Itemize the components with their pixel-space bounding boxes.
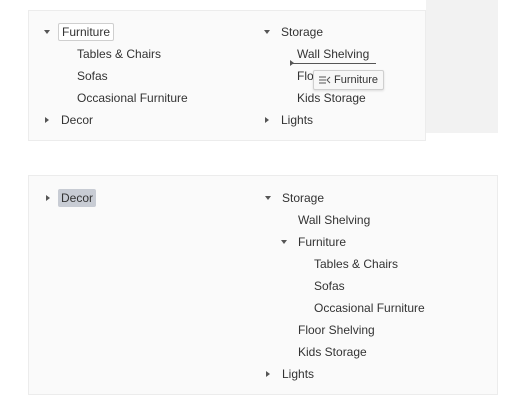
tree-node-label-furniture[interactable]: Furniture — [298, 233, 346, 251]
drop-indicator-arrow-icon — [290, 60, 294, 66]
collapsed-arrow-icon[interactable] — [45, 117, 49, 123]
tree-node-floor-shelving[interactable]: Floor Shelving — [298, 321, 375, 339]
tree-node-label[interactable]: Flo — [297, 69, 314, 83]
tree-node-tables-chairs[interactable]: Tables & Chairs — [314, 255, 398, 273]
tree-node-occasional-furniture[interactable]: Occasional Furniture — [314, 299, 425, 317]
top-panel-side-strip — [426, 0, 498, 133]
tree-node-label[interactable]: Kids Storage — [297, 91, 366, 105]
tree-node-label-decor[interactable]: Decor — [58, 189, 97, 207]
tree-node-label[interactable]: Wall Shelving — [298, 213, 370, 227]
tree-node-label[interactable]: Wall Shelving — [297, 47, 369, 61]
tree-node-kids-storage[interactable]: Kids Storage — [298, 343, 367, 361]
tree-node-label-storage[interactable]: Storage — [282, 189, 324, 207]
tree-node-label[interactable]: Sofas — [77, 69, 108, 83]
expanded-arrow-icon[interactable] — [281, 240, 287, 244]
tree-node-label[interactable]: Tables & Chairs — [314, 257, 398, 271]
tree-node-sofas[interactable]: Sofas — [77, 67, 108, 85]
tree-node-tables-chairs[interactable]: Tables & Chairs — [77, 45, 161, 63]
drag-tooltip: Furniture — [313, 70, 385, 90]
bottom-treeview-panel — [28, 175, 498, 395]
tree-node-occasional-furniture[interactable]: Occasional Furniture — [77, 89, 188, 107]
tree-node-label[interactable]: Occasional Furniture — [314, 301, 425, 315]
insert-icon — [319, 76, 331, 84]
tree-node-wall-shelving[interactable]: Wall Shelving — [298, 211, 370, 229]
tree-node-kids-storage[interactable]: Kids Storage — [297, 89, 366, 107]
tree-node-label[interactable]: Tables & Chairs — [77, 47, 161, 61]
tree-node-label-lights[interactable]: Lights — [282, 365, 314, 383]
tree-node-label[interactable]: Kids Storage — [298, 345, 367, 359]
tree-node-label[interactable]: Sofas — [314, 279, 345, 293]
expanded-arrow-icon[interactable] — [265, 196, 271, 200]
tree-node-wall-shelving[interactable]: Wall Shelving — [297, 45, 369, 63]
tree-node-label-decor[interactable]: Decor — [61, 111, 93, 129]
collapsed-arrow-icon[interactable] — [265, 117, 269, 123]
drag-tooltip-label: Furniture — [334, 74, 379, 86]
tree-node-sofas[interactable]: Sofas — [314, 277, 345, 295]
collapsed-arrow-icon[interactable] — [46, 195, 50, 201]
expanded-arrow-icon[interactable] — [44, 30, 50, 34]
tree-node-label-storage[interactable]: Storage — [281, 23, 323, 41]
tree-node-label[interactable]: Occasional Furniture — [77, 91, 188, 105]
tree-node-label-furniture[interactable]: Furniture — [58, 23, 115, 41]
tree-node-label-lights[interactable]: Lights — [281, 111, 313, 129]
collapsed-arrow-icon[interactable] — [266, 371, 270, 377]
drop-indicator-line — [292, 63, 376, 64]
tree-node-label[interactable]: Floor Shelving — [298, 323, 375, 337]
expanded-arrow-icon[interactable] — [264, 30, 270, 34]
